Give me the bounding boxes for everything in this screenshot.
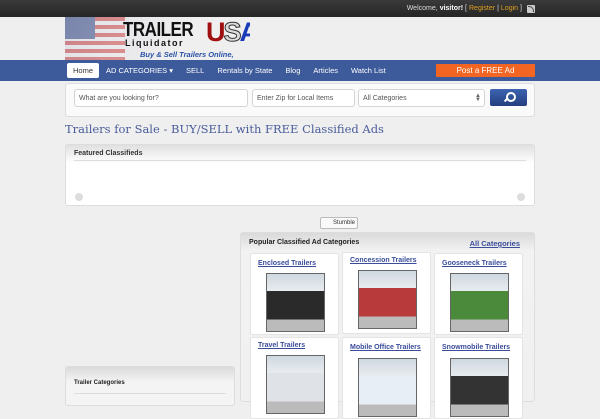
category-image[interactable] [450,358,509,417]
featured-classifieds: Featured Classifieds [65,144,535,206]
nav-articles[interactable]: Articles [307,63,344,78]
register-link[interactable]: Register [469,5,495,12]
featured-title: Featured Classifieds [74,150,526,161]
category-card[interactable]: Gooseneck Trailers [434,253,523,335]
stumble-button[interactable]: Stumble [320,217,358,229]
category-card[interactable]: Travel Trailers [250,337,339,419]
category-card[interactable]: Snowmobile Trailers [434,337,523,419]
category-image[interactable] [450,273,509,332]
popular-title: Popular Classified Ad Categories [249,239,360,246]
nav-sell[interactable]: SELL [180,63,210,78]
top-bar: Welcome, visitor! [ Register | Login ] [0,0,600,17]
post-free-ad-button[interactable]: Post a FREE Ad [436,64,535,77]
category-select[interactable]: All Categories ▲ ▼ [358,89,485,107]
search-button[interactable] [490,89,527,106]
category-value: All Categories [363,95,407,102]
logo-u: U [206,17,225,47]
nav-blog[interactable]: Blog [279,63,306,78]
logo-a: A [239,17,250,47]
category-card[interactable]: Enclosed Trailers [250,253,339,335]
logo-s: S [223,17,242,48]
welcome-text: Welcome, [406,5,438,12]
category-image[interactable] [358,270,417,329]
nav-home[interactable]: Home [67,63,100,78]
sidebar-title: Trailer Categories [74,380,226,394]
select-arrows-icon: ▲ ▼ [475,93,481,103]
category-image[interactable] [266,273,325,332]
zip-input[interactable]: Enter Zip for Local Items [252,89,355,107]
username: visitor! [439,5,464,12]
rss-icon[interactable] [527,4,535,13]
logo-subtext: Liquidator [125,38,184,48]
next-arrow-icon[interactable] [517,193,525,201]
category-card[interactable]: Mobile Office Trailers [342,337,431,419]
nav-rentals-by-state[interactable]: Rentals by State [211,63,278,78]
category-link[interactable]: Enclosed Trailers [258,260,316,267]
separator: | [497,5,499,12]
category-image[interactable] [358,358,417,417]
nav-ad-categories[interactable]: AD CATEGORIES ▾ [100,63,179,78]
all-categories-link[interactable]: All Categories [470,239,520,248]
category-link[interactable]: Mobile Office Trailers [350,344,421,351]
site-logo[interactable]: TRAILER Liquidator USA Buy & Sell Traile… [65,17,250,60]
category-image[interactable] [266,355,325,414]
nav-watch-list[interactable]: Watch List [345,63,392,78]
bracket: [ [465,5,467,12]
category-link[interactable]: Snowmobile Trailers [442,344,510,351]
page-title: Trailers for Sale - BUY/SELL with FREE C… [65,122,384,136]
prev-arrow-icon[interactable] [75,193,83,201]
popular-categories: Popular Classified Ad Categories All Cat… [240,232,535,419]
logo-tagline: Buy & Sell Trailers Online, FREE! [140,50,234,60]
category-link[interactable]: Travel Trailers [258,342,305,349]
category-link[interactable]: Gooseneck Trailers [442,260,507,267]
login-link[interactable]: Login [501,5,518,12]
bracket: ] [520,5,522,12]
logo-usa: USA [206,17,250,48]
category-link[interactable]: Concession Trailers [350,257,417,264]
keyword-input[interactable]: What are you looking for? [74,89,248,107]
search-bar: What are you looking for? Enter Zip for … [65,83,535,117]
trailer-categories-sidebar: Trailer Categories [65,366,235,406]
category-card[interactable]: Concession Trailers [342,252,431,334]
flag-image [65,17,125,60]
